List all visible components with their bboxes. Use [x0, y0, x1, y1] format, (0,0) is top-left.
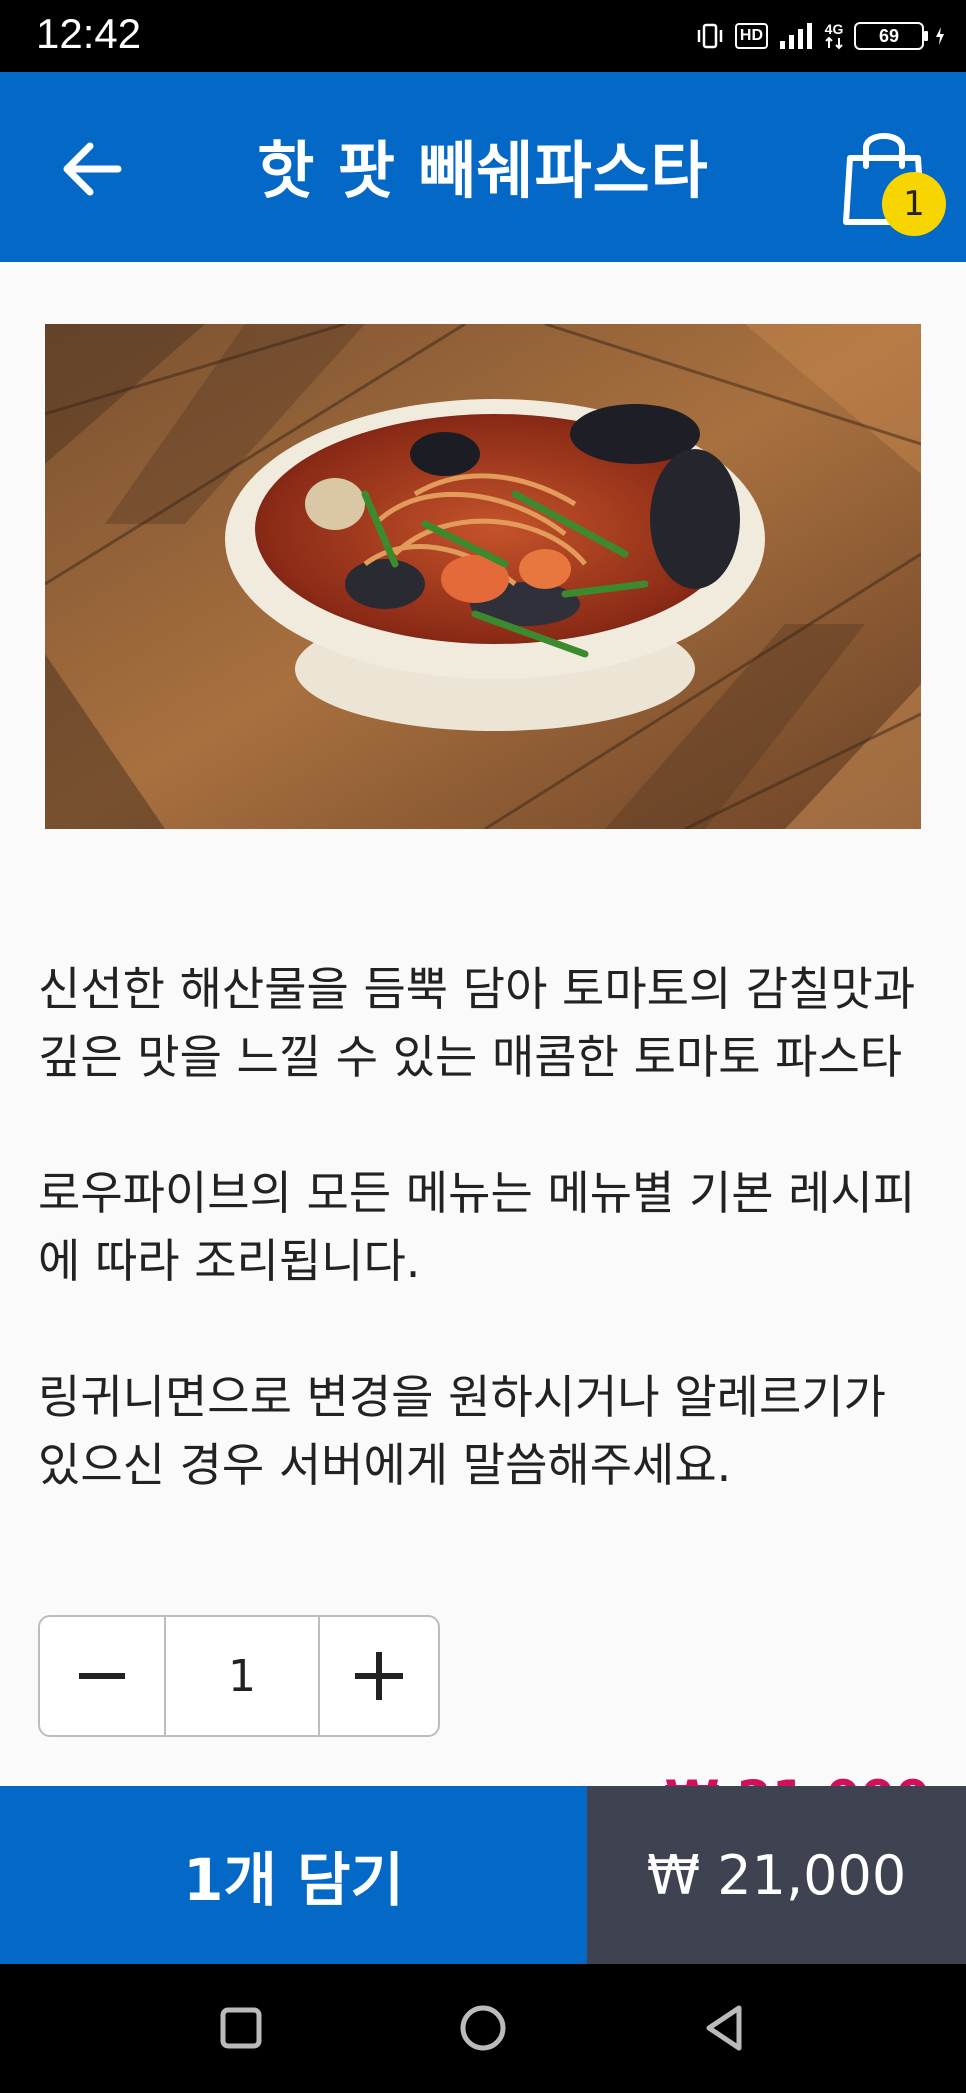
description-paragraph: 신선한 해산물을 듬뿍 담아 토마토의 감칠맛과 깊은 맛을 느낄 수 있는 매…	[38, 962, 916, 1084]
increase-quantity-button[interactable]	[320, 1617, 438, 1735]
network-4g-icon: 4G	[824, 22, 844, 50]
status-time: 12:42	[36, 10, 142, 57]
total-price: ₩ 21,000	[587, 1786, 966, 1964]
quantity-stepper: 1	[38, 1615, 440, 1737]
vibrate-icon	[695, 21, 725, 51]
status-bar: 12:42 HD 4G 69	[0, 0, 966, 72]
description-paragraph: 링귀니면으로 변경을 원하시거나 알레르기가 있으신 경우 서버에게 말씀해주세…	[38, 1370, 886, 1492]
page-title: 핫 팟 빼쉐파스타	[257, 134, 709, 207]
product-image	[45, 324, 921, 829]
decrease-quantity-button[interactable]	[40, 1617, 166, 1735]
minus-icon	[79, 1673, 125, 1679]
back-triangle-icon[interactable]	[697, 2000, 753, 2056]
status-icons: HD 4G 69	[695, 16, 946, 56]
product-description: 신선한 해산물을 듬뿍 담아 토마토의 감칠맛과 깊은 맛을 느낄 수 있는 매…	[38, 955, 928, 1567]
battery-indicator: 69	[854, 22, 928, 50]
recent-apps-icon[interactable]	[213, 2000, 269, 2056]
cart-count-badge: 1	[882, 172, 946, 236]
hd-voice-icon: HD	[734, 23, 768, 49]
add-to-cart-button[interactable]: 1개 담기	[0, 1786, 587, 1964]
signal-icon	[778, 21, 814, 51]
bottom-action-bar: 1개 담기 ₩ 21,000	[0, 1786, 966, 1964]
charging-icon	[934, 26, 946, 46]
app-bar: 핫 팟 빼쉐파스타 1	[0, 72, 966, 262]
plus-icon	[355, 1652, 403, 1700]
arrow-left-icon[interactable]	[58, 134, 128, 204]
home-icon[interactable]	[455, 2000, 511, 2056]
description-paragraph: 로우파이브의 모든 메뉴는 메뉴별 기본 레시피에 따라 조리됩니다.	[38, 1166, 916, 1288]
system-navigation-bar	[0, 1964, 966, 2093]
quantity-value: 1	[166, 1617, 320, 1735]
